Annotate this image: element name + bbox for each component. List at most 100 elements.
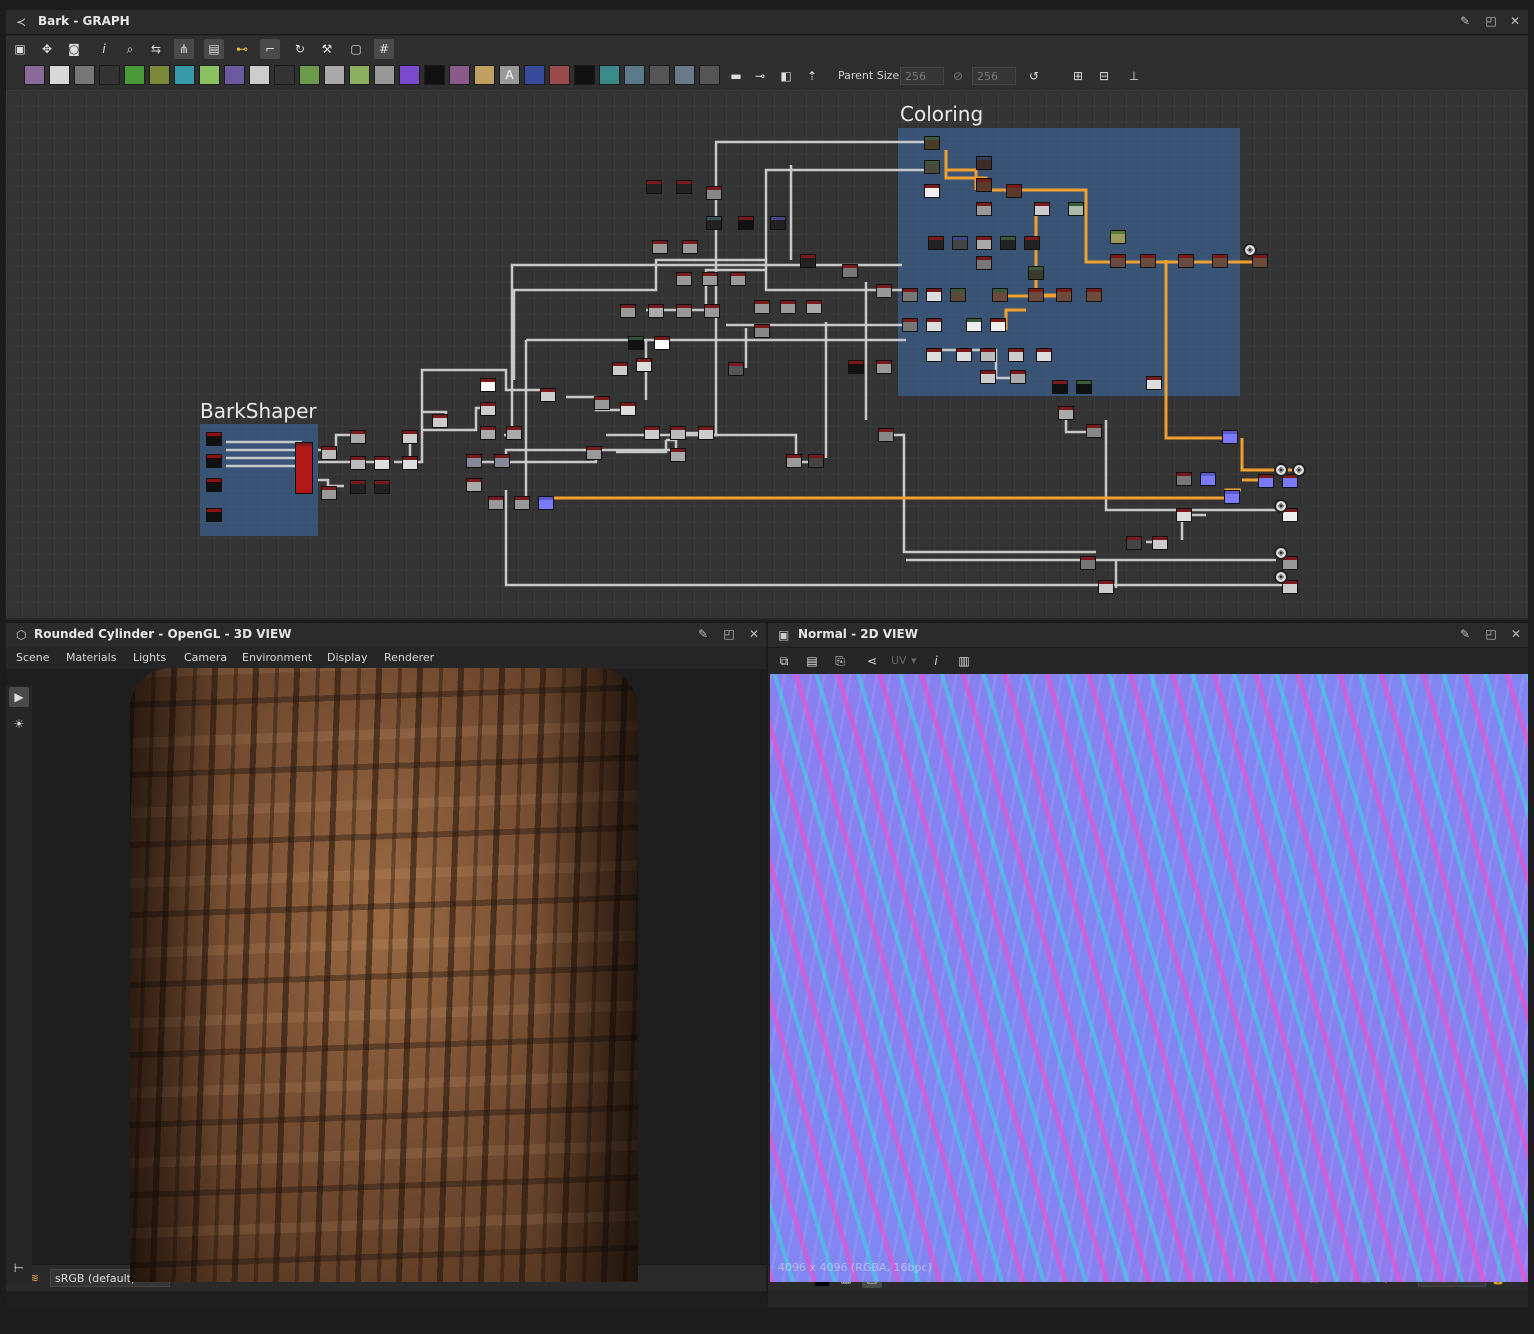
histogram-icon[interactable] (374, 65, 395, 85)
graph-node[interactable] (1086, 424, 1102, 438)
graph-node[interactable] (676, 180, 692, 194)
graph-node[interactable] (950, 288, 966, 302)
graph-node[interactable] (1028, 266, 1044, 280)
graph-node[interactable] (612, 362, 628, 376)
graph-node[interactable] (206, 454, 222, 468)
exposed-params-icon[interactable]: ⊞ (1068, 66, 1088, 86)
text-icon[interactable]: A (499, 65, 520, 85)
close-icon[interactable]: ✕ (1508, 14, 1522, 28)
graph-node[interactable] (1178, 254, 1194, 268)
graph-node[interactable] (644, 426, 660, 440)
gradient-map-icon[interactable] (674, 65, 695, 85)
graph-node[interactable] (374, 456, 390, 470)
graph-node[interactable] (466, 454, 482, 468)
graph-node[interactable] (206, 432, 222, 446)
sharpen-icon[interactable] (349, 65, 370, 85)
3d-cylinder-render[interactable] (130, 668, 638, 1282)
graph-node[interactable] (402, 456, 418, 470)
graph-node[interactable] (926, 288, 942, 302)
graph-node[interactable] (706, 186, 722, 200)
graph-node[interactable] (808, 454, 824, 468)
switch-icon[interactable] (699, 65, 720, 85)
graph-node[interactable] (842, 264, 858, 278)
transform-icon[interactable] (174, 65, 195, 85)
shuffle-icon[interactable] (99, 65, 120, 85)
output-icon[interactable] (274, 65, 295, 85)
graph-node[interactable] (1056, 288, 1072, 302)
graph-node[interactable] (480, 402, 496, 416)
search-icon[interactable]: ⌕ (120, 39, 140, 59)
info-icon[interactable]: i (94, 39, 114, 59)
grid-icon[interactable]: # (374, 39, 394, 59)
graph-node[interactable] (1052, 380, 1068, 394)
graph-node[interactable] (321, 486, 337, 500)
graph-node[interactable] (646, 180, 662, 194)
graph-node[interactable] (976, 202, 992, 216)
menu-camera[interactable]: Camera (184, 651, 227, 664)
snap-icon[interactable]: ▤ (204, 39, 224, 59)
graph-node[interactable] (1036, 348, 1052, 362)
graph-node[interactable] (1034, 202, 1050, 216)
graph-node[interactable] (926, 348, 942, 362)
graph-node[interactable] (350, 480, 366, 494)
emboss-icon[interactable] (299, 65, 320, 85)
graph-node[interactable] (924, 160, 940, 174)
preview-icon[interactable]: ▢ (346, 39, 366, 59)
graph-node[interactable] (878, 428, 894, 442)
graph-node[interactable] (926, 318, 942, 332)
frame-node-icon[interactable]: ◧ (776, 66, 796, 86)
output-node-icon[interactable]: ◈ (1274, 546, 1288, 560)
graph-node[interactable] (754, 324, 770, 338)
graph-node[interactable] (876, 284, 892, 298)
graph-node[interactable] (702, 272, 718, 286)
graph-node[interactable] (738, 216, 754, 230)
graph-node[interactable] (620, 402, 636, 416)
clipboard-icon[interactable]: ⎘ (830, 651, 850, 671)
graph-node[interactable] (730, 272, 746, 286)
graph-node[interactable] (966, 318, 982, 332)
graph-node[interactable] (1212, 254, 1228, 268)
uv-label[interactable]: UV (891, 654, 907, 667)
graph-node[interactable] (321, 446, 337, 460)
graph-node[interactable] (990, 318, 1006, 332)
graph-node[interactable] (1086, 288, 1102, 302)
menu-environment[interactable]: Environment (242, 651, 312, 664)
navigation-pin-icon[interactable]: ⇡ (802, 66, 822, 86)
graph-node[interactable] (1110, 254, 1126, 268)
graph-node[interactable] (952, 236, 968, 250)
graph-node[interactable] (670, 426, 686, 440)
refresh-icon[interactable]: ↻ (290, 39, 310, 59)
connector-icon[interactable]: ⌐ (260, 39, 280, 59)
graph-node[interactable] (682, 240, 698, 254)
pixel-icon[interactable] (574, 65, 595, 85)
graph-node[interactable] (1222, 430, 1238, 444)
graph-node[interactable] (1076, 380, 1092, 394)
graph-node[interactable] (1140, 254, 1156, 268)
normal-map-image[interactable]: 4096 x 4096 (RGBA, 16bpc) (770, 674, 1528, 1282)
graph-node[interactable] (1126, 536, 1142, 550)
blur-icon[interactable] (324, 65, 345, 85)
graph-node[interactable] (488, 496, 504, 510)
output-node-icon[interactable]: ◈ (1243, 243, 1257, 257)
graph-node[interactable] (786, 454, 802, 468)
graph-node[interactable] (876, 360, 892, 374)
graph-node[interactable] (654, 336, 670, 350)
frame-all-icon[interactable]: ▣ (10, 39, 30, 59)
graph-node[interactable] (402, 430, 418, 444)
graph-node[interactable] (976, 156, 992, 170)
graph-node[interactable] (1176, 472, 1192, 486)
svg-node-icon[interactable] (49, 65, 70, 85)
noise-icon[interactable] (424, 65, 445, 85)
graph-node[interactable] (676, 304, 692, 318)
maximize-icon[interactable]: ◰ (1484, 14, 1498, 28)
graph-node[interactable] (780, 300, 796, 314)
graph-node[interactable] (980, 370, 996, 384)
maximize-icon[interactable]: ◰ (1484, 627, 1498, 641)
graph-node[interactable] (206, 508, 222, 522)
crop-icon[interactable] (524, 65, 545, 85)
graph-node[interactable] (506, 426, 522, 440)
graph-node[interactable] (1058, 406, 1074, 420)
graph-node[interactable] (648, 304, 664, 318)
graph-node[interactable] (1068, 202, 1084, 216)
graph-node[interactable] (1098, 580, 1114, 594)
